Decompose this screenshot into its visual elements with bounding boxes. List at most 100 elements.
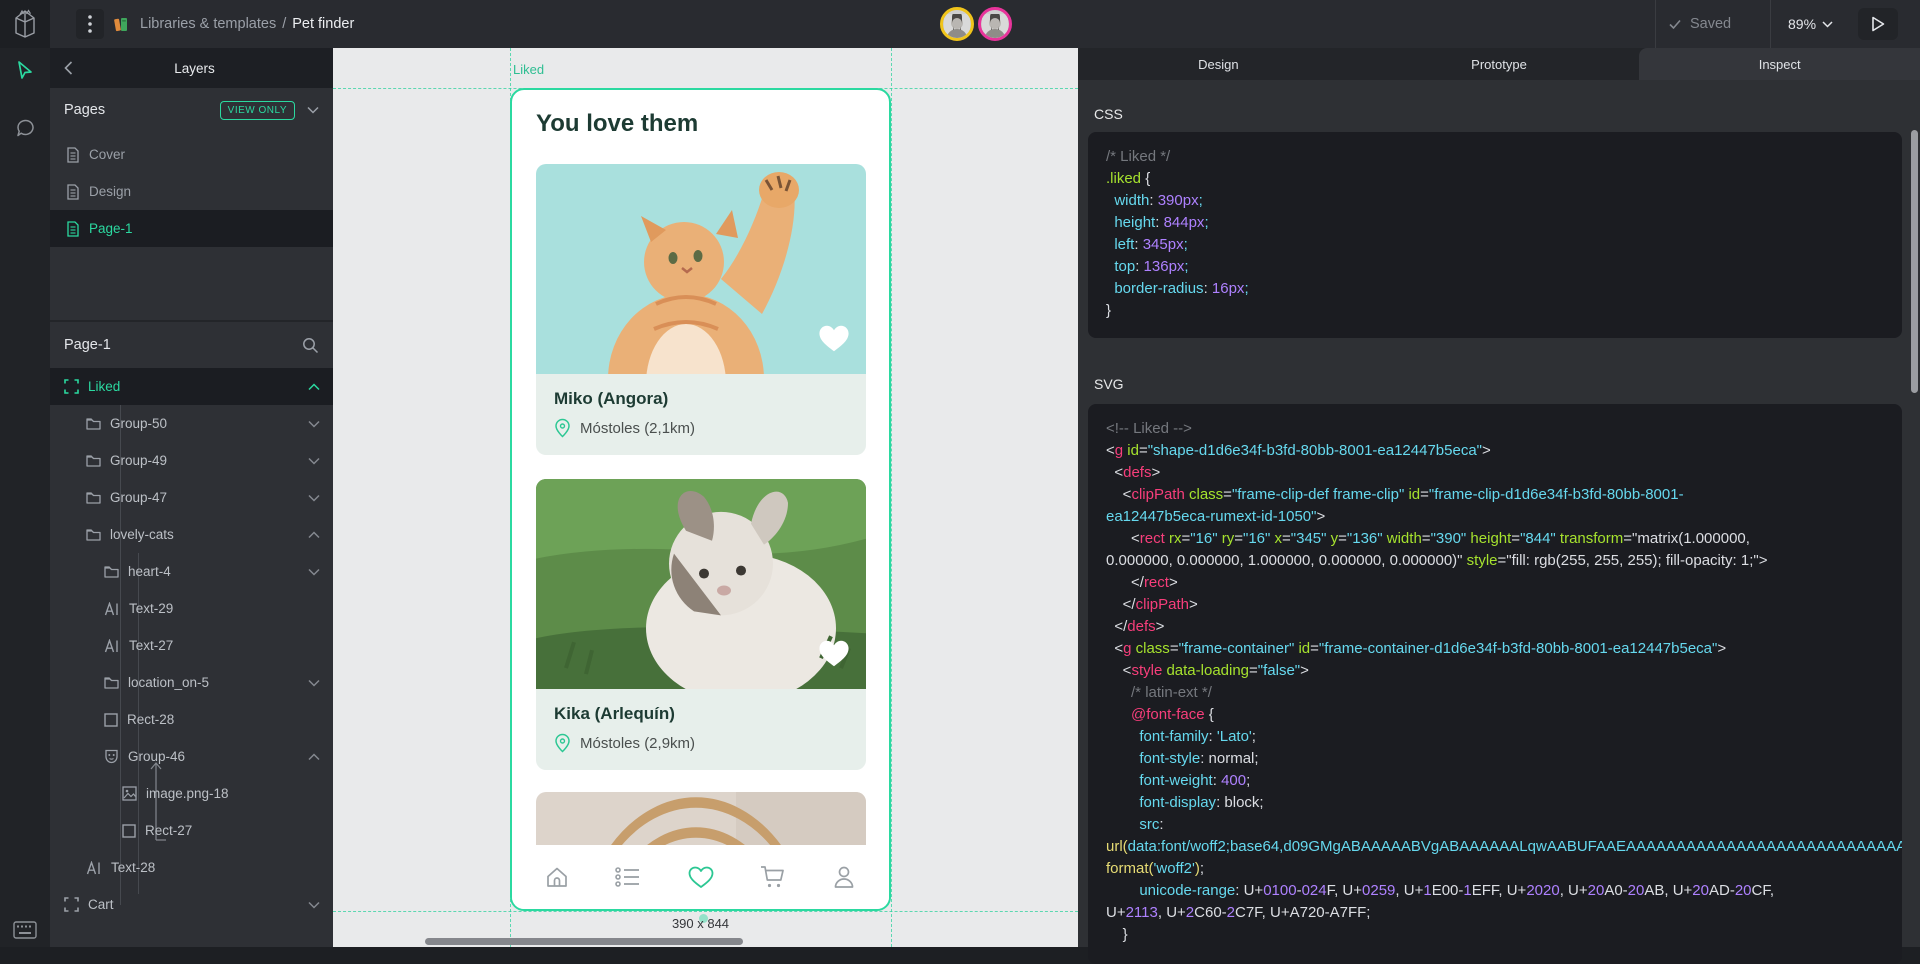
chevron-up-icon[interactable]	[308, 753, 320, 761]
home-icon[interactable]	[544, 864, 570, 890]
css-code-block[interactable]: /* Liked */.liked { width: 390px; height…	[1088, 132, 1902, 338]
layer-item-group-50[interactable]: Group-50	[50, 405, 333, 442]
chevron-down-icon[interactable]	[307, 106, 319, 114]
layer-item-text-27[interactable]: Text-27	[50, 627, 333, 664]
code-line: <clipPath class="frame-clip-def frame-cl…	[1106, 484, 1884, 506]
svg-code-block[interactable]: <!-- Liked --><g id="shape-d1d6e34f-b3fd…	[1088, 404, 1902, 964]
layer-item-group-47[interactable]: Group-47	[50, 479, 333, 516]
page-item-design[interactable]: Design	[50, 173, 333, 210]
layer-item-liked[interactable]: Liked	[50, 368, 333, 405]
layer-item-group-49[interactable]: Group-49	[50, 442, 333, 479]
layer-item-heart-4[interactable]: heart-4	[50, 553, 333, 590]
user-icon[interactable]	[831, 864, 857, 890]
layer-item-rect-28[interactable]: Rect-28	[50, 701, 333, 738]
code-line: border-radius: 16px;	[1106, 278, 1884, 300]
code-line: U+2113, U+2C60-2C7F, U+A720-A7FF;	[1106, 902, 1884, 924]
chevron-up-icon[interactable]	[308, 531, 320, 539]
liked-frame[interactable]: You love them Miko (Angora)Móstoles (2,1…	[510, 88, 891, 911]
tab-inspect[interactable]: Inspect	[1639, 48, 1920, 80]
chevron-down-icon	[1822, 21, 1833, 28]
page-icon	[66, 147, 80, 163]
chevron-down-icon[interactable]	[308, 901, 320, 909]
rabbit-photo	[536, 479, 866, 689]
page-label: Page-1	[89, 221, 133, 236]
frame-size-label: 390 x 844	[510, 916, 891, 931]
rect-layer-icon	[104, 713, 118, 727]
pet-name: Kika (Arlequín)	[554, 704, 848, 724]
zoom-level[interactable]: 89%	[1788, 16, 1816, 32]
code-line: height: 844px;	[1106, 212, 1884, 234]
code-line: <g class="frame-container" id="frame-con…	[1106, 638, 1884, 660]
search-icon[interactable]	[302, 337, 319, 354]
layer-item-lovely-cats[interactable]: lovely-cats	[50, 516, 333, 553]
page-item-cover[interactable]: Cover	[50, 136, 333, 173]
cart-icon[interactable]	[759, 864, 787, 890]
pet-location-text: Móstoles (2,9km)	[580, 735, 695, 752]
code-line: }	[1106, 924, 1884, 946]
screen-title: You love them	[536, 110, 698, 138]
code-line: </clipPath>	[1106, 594, 1884, 616]
page-item-page-1[interactable]: Page-1	[50, 210, 333, 247]
code-line: @font-face {	[1106, 704, 1884, 726]
heart-filled-icon[interactable]	[817, 638, 851, 669]
pet-location: Móstoles (2,1km)	[554, 418, 848, 438]
frame-name-label[interactable]: Liked	[513, 62, 544, 77]
text-layer-icon	[104, 639, 120, 653]
sidebar-header: Layers	[50, 48, 333, 88]
keyboard-shortcuts-icon[interactable]	[0, 921, 50, 939]
sidebar-title: Layers	[86, 61, 333, 76]
code-line: top: 136px;	[1106, 256, 1884, 278]
tool-rail	[0, 48, 50, 947]
chevron-left-icon[interactable]	[50, 61, 86, 75]
layer-item-rect-27[interactable]: Rect-27	[50, 812, 333, 849]
folder-layer-icon	[104, 565, 119, 578]
code-line: font-weight: 400;	[1106, 770, 1884, 792]
cursor-icon[interactable]	[0, 48, 50, 92]
layer-item-location_on-5[interactable]: location_on-5	[50, 664, 333, 701]
horizontal-scrollbar[interactable]	[425, 938, 743, 945]
layer-item-cart[interactable]: Cart	[50, 886, 333, 923]
chevron-down-icon[interactable]	[308, 420, 320, 428]
code-line: ea12447b5eca-rumext-id-1050">	[1106, 506, 1884, 528]
code-line: unicode-range: U+0100-024F, U+0259, U+1E…	[1106, 880, 1884, 902]
layer-item-text-28[interactable]: Text-28	[50, 849, 333, 886]
zoom-control[interactable]: 89%	[1788, 0, 1833, 48]
layer-item-image.png-18[interactable]: image.png-18	[50, 775, 333, 812]
vertical-scrollbar[interactable]	[1911, 130, 1918, 393]
layer-label: Text-28	[111, 860, 155, 875]
collaborator-2-avatar[interactable]	[978, 7, 1012, 41]
layer-item-group-46[interactable]: Group-46	[50, 738, 333, 775]
chevron-down-icon[interactable]	[308, 494, 320, 502]
list-icon[interactable]	[614, 865, 642, 889]
folder-layer-icon	[86, 454, 101, 467]
view-mode-button[interactable]	[1858, 8, 1898, 40]
top-bar: Libraries & templates / Pet finder Saved…	[0, 0, 1920, 48]
heart-icon[interactable]	[687, 865, 715, 890]
tab-design[interactable]: Design	[1078, 48, 1359, 80]
breadcrumb[interactable]: Libraries & templates / Pet finder	[140, 0, 354, 48]
breadcrumb-library[interactable]: Libraries & templates	[140, 16, 276, 32]
main-menu-button[interactable]	[76, 9, 104, 39]
chevron-up-icon[interactable]	[308, 383, 320, 391]
code-line: width: 390px;	[1106, 190, 1884, 212]
layer-tree: LikedGroup-50Group-49Group-47lovely-cats…	[50, 368, 333, 947]
canvas[interactable]: Liked You love them Miko (Angora)Móstole…	[333, 48, 1078, 947]
layer-item-text-29[interactable]: Text-29	[50, 590, 333, 627]
layer-label: Text-27	[129, 638, 173, 653]
view-only-badge: VIEW ONLY	[220, 101, 295, 120]
chevron-down-icon[interactable]	[308, 568, 320, 576]
heart-filled-icon[interactable]	[817, 323, 851, 354]
pages-list: Cover Design Page-1	[50, 136, 333, 247]
page-icon	[66, 184, 80, 200]
chevron-down-icon[interactable]	[308, 457, 320, 465]
penpot-logo-icon[interactable]	[0, 0, 50, 48]
collaborator-1-avatar[interactable]	[940, 7, 974, 41]
page-label: Design	[89, 184, 131, 199]
comment-icon[interactable]	[0, 106, 50, 150]
layer-tree-header: Page-1	[50, 322, 333, 368]
image-layer-icon	[122, 786, 137, 801]
mask-layer-icon	[104, 749, 119, 764]
layer-label: Text-29	[129, 601, 173, 616]
tab-prototype[interactable]: Prototype	[1359, 48, 1640, 80]
chevron-down-icon[interactable]	[308, 679, 320, 687]
